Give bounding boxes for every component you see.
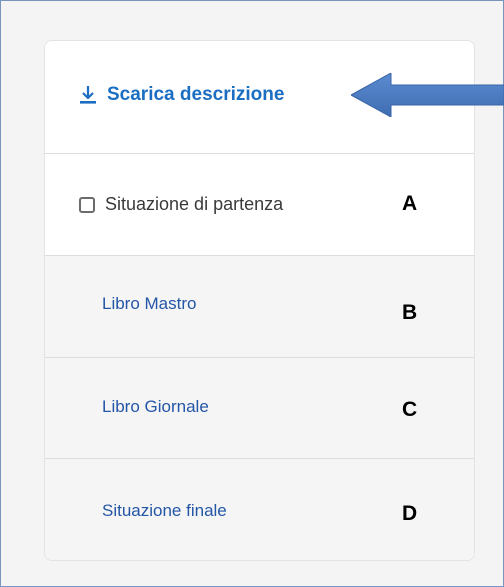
situazione-finale-link[interactable]: Situazione finale xyxy=(102,501,227,521)
download-label: Scarica descrizione xyxy=(107,84,285,105)
annotation-b: B xyxy=(402,301,418,324)
situazione-partenza-toggle[interactable]: Situazione di partenza xyxy=(79,194,283,215)
annotation-a: A xyxy=(402,192,418,215)
download-icon xyxy=(80,86,96,104)
pointer-arrow-icon xyxy=(351,73,504,117)
situazione-partenza-label: Situazione di partenza xyxy=(105,194,284,214)
annotation-c: C xyxy=(402,398,418,421)
libro-mastro-link[interactable]: Libro Mastro xyxy=(102,294,196,314)
annotation-d: D xyxy=(402,502,418,525)
situazione-partenza-checkbox[interactable] xyxy=(79,196,95,213)
download-description-button[interactable]: Scarica descrizione xyxy=(79,84,284,106)
libro-giornale-link[interactable]: Libro Giornale xyxy=(102,397,209,417)
